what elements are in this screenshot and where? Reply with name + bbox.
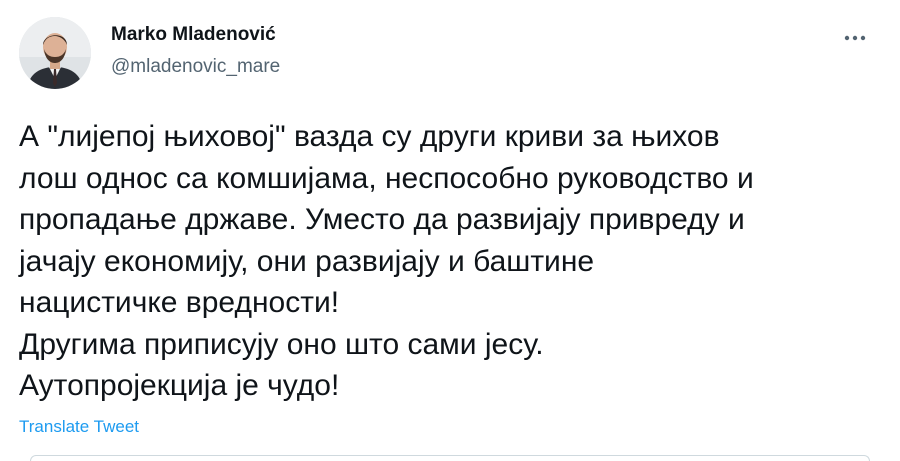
translate-tweet-link[interactable]: Translate Tweet — [19, 417, 139, 437]
tweet-text-line: Аутопројекција је чудо! — [19, 369, 340, 402]
tweet-text-line: пропадање државе. Уместо да развијају пр… — [19, 203, 745, 236]
more-options-button[interactable] — [838, 24, 872, 52]
tweet-text-line: јачају економију, они развијају и баштин… — [19, 244, 595, 278]
author-name[interactable]: Marko Mladenović — [111, 24, 276, 46]
tweet-text-line: нацистичке вредности! — [19, 286, 340, 319]
person-avatar-icon — [19, 17, 91, 89]
quoted-card-edge — [30, 455, 870, 461]
tweet-text-line: Другима приписују оно што сами јесу. — [19, 327, 544, 361]
tweet-card: Marko Mladenović @mladenovic_mare А "лиј… — [0, 0, 900, 461]
avatar[interactable] — [19, 17, 91, 89]
tweet-text-line: А "лијепој њиховој" вазда су други криви… — [19, 120, 720, 153]
tweet-text-line: лош однос са комшијама, неспособно руков… — [19, 161, 754, 195]
more-horizontal-icon — [844, 35, 866, 41]
tweet-text: А "лијепој њиховој" вазда су други криви… — [19, 116, 889, 407]
author-handle[interactable]: @mladenovic_mare — [111, 56, 280, 78]
